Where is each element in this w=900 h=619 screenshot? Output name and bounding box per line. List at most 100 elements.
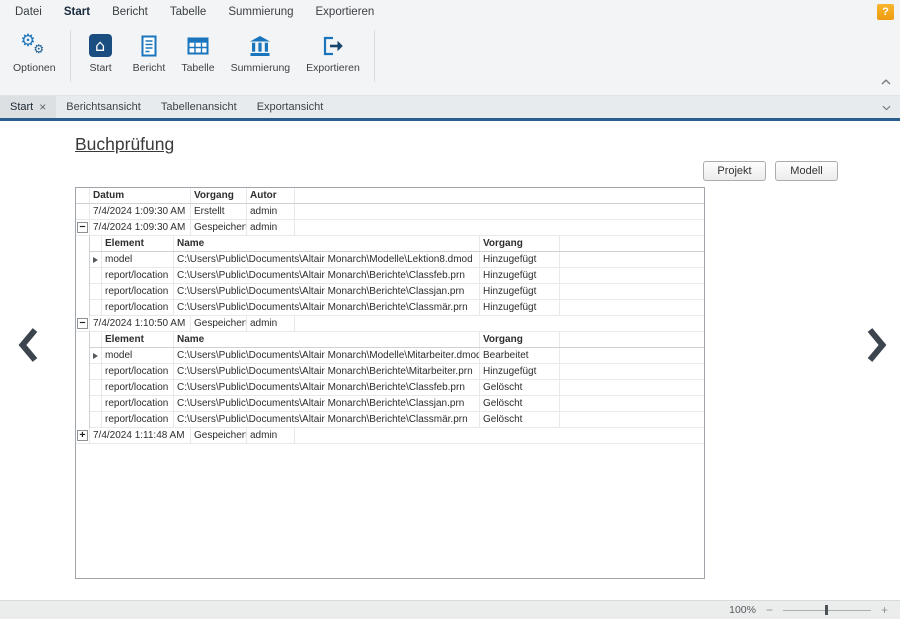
tab-tabellenansicht[interactable]: Tabellenansicht [151,96,247,118]
document-icon [135,32,163,59]
home-icon: ⌂ [87,32,115,59]
column-header-filler [295,188,704,203]
menu-item-tabelle[interactable]: Tabelle [159,0,217,24]
audit-detail-row[interactable]: report/locationC:\Users\Public\Documents… [90,284,704,300]
cell-detail-vorgang: Bearbeitet [480,348,560,363]
ribbon-button-label: Summierung [231,62,291,74]
cell-autor: admin [247,220,295,235]
cell-detail-vorgang: Hinzugefügt [480,252,560,267]
page-title: Buchprüfung [75,134,174,155]
cell-filler [560,380,704,395]
cell-vorgang: Gespeichert [191,428,247,443]
menu-item-summierung[interactable]: Summierung [217,0,304,24]
menu-item-start[interactable]: Start [53,0,101,24]
expander-cell: − [76,220,90,235]
row-marker-cell [90,364,102,379]
collapse-button[interactable]: − [77,318,88,329]
cell-autor: admin [247,204,295,219]
content-area: Buchprüfung Projekt Modell DatumVorgangAu… [0,121,900,600]
chevron-up-icon [881,72,891,89]
cell-detail-vorgang: Gelöscht [480,396,560,411]
ribbon-button-tabelle[interactable]: Tabelle [173,27,222,90]
expand-button[interactable]: + [77,430,88,441]
expander-column-header [76,188,90,203]
row-marker-cell [90,348,102,363]
next-page-button[interactable] [867,327,887,368]
audit-entry-row[interactable]: −7/4/2024 1:10:50 AMGespeichertadmin [76,316,704,332]
audit-detail-row[interactable]: report/locationC:\Users\Public\Documents… [90,380,704,396]
table-icon [184,32,212,59]
audit-detail-row[interactable]: report/locationC:\Users\Public\Documents… [90,396,704,412]
ribbon-button-start[interactable]: ⌂ Start [77,27,125,90]
ribbon-toolbar: ⚙⚙Optionen ⌂ Start BerichtTabelle Summierung… [0,24,900,96]
audit-sub-table: ElementNameVorgangmodelC:\Users\Public\D… [89,236,704,316]
cell-name: C:\Users\Public\Documents\Altair Monarch… [174,396,480,411]
audit-entry-row[interactable]: −7/4/2024 1:09:30 AMGespeichertadmin [76,220,704,236]
close-icon[interactable]: × [39,101,46,113]
cell-element: report/location [102,396,174,411]
row-marker-cell [90,396,102,411]
cell-name: C:\Users\Public\Documents\Altair Monarch… [174,348,480,363]
tab-label: Exportansicht [257,101,324,113]
zoom-out-button[interactable]: − [766,604,773,616]
ribbon-button-label: Start [90,62,112,74]
cell-vorgang: Gespeichert [191,316,247,331]
tab-berichtsansicht[interactable]: Berichtsansicht [56,96,151,118]
row-marker-cell [90,380,102,395]
ribbon-button-optionen[interactable]: ⚙⚙Optionen [5,27,64,90]
audit-table: DatumVorgangAutor7/4/2024 1:09:30 AMErst… [75,187,705,579]
menu-items: DateiStartBerichtTabelleSummierungExport… [4,0,385,24]
application-window: DateiStartBerichtTabelleSummierungExport… [0,0,900,619]
menu-item-datei[interactable]: Datei [4,0,53,24]
column-header-filler [560,332,704,347]
tab-list-dropdown-button[interactable] [873,96,900,118]
cell-element: report/location [102,412,174,427]
menu-item-exportieren[interactable]: Exportieren [305,0,386,24]
ribbon-button-summierung[interactable]: Summierung [223,27,299,90]
zoom-slider-handle[interactable] [825,605,828,615]
audit-column-header-row: DatumVorgangAutor [76,188,704,204]
cell-detail-vorgang: Hinzugefügt [480,268,560,283]
cell-filler [560,284,704,299]
cell-element: model [102,348,174,363]
audit-detail-row[interactable]: modelC:\Users\Public\Documents\Altair Mo… [90,252,704,268]
modell-button[interactable]: Modell [775,161,838,181]
expander-cell [76,204,90,219]
ribbon-collapse-button[interactable] [879,70,893,92]
cell-autor: admin [247,428,295,443]
cell-name: C:\Users\Public\Documents\Altair Monarch… [174,380,480,395]
previous-page-button[interactable] [18,327,38,368]
ribbon-button-bericht[interactable]: Bericht [125,27,174,90]
audit-sub-table: ElementNameVorgangmodelC:\Users\Public\D… [89,332,704,428]
projekt-button[interactable]: Projekt [703,161,766,181]
cell-detail-vorgang: Hinzugefügt [480,284,560,299]
ribbon-group-separator [70,30,71,82]
cell-name: C:\Users\Public\Documents\Altair Monarch… [174,252,480,267]
cell-element: report/location [102,284,174,299]
cell-filler [560,252,704,267]
audit-detail-row[interactable]: report/locationC:\Users\Public\Documents… [90,268,704,284]
cell-detail-vorgang: Hinzugefügt [480,364,560,379]
column-header-filler [560,236,704,251]
help-button[interactable]: ? [877,4,894,20]
audit-detail-row[interactable]: report/locationC:\Users\Public\Documents… [90,412,704,428]
audit-entry-row[interactable]: 7/4/2024 1:09:30 AMErstelltadmin [76,204,704,220]
tab-exportansicht[interactable]: Exportansicht [247,96,334,118]
row-marker-cell [90,300,102,315]
ribbon-button-exportieren[interactable]: Exportieren [298,27,368,90]
collapse-button[interactable]: − [77,222,88,233]
audit-detail-row[interactable]: report/locationC:\Users\Public\Documents… [90,364,704,380]
view-tabs: Start × Berichtsansicht Tabellenansicht Expo… [0,96,333,118]
tab-label: Berichtsansicht [66,101,141,113]
tab-label: Start [10,101,33,113]
audit-detail-row[interactable]: modelC:\Users\Public\Documents\Altair Mo… [90,348,704,364]
tab-start[interactable]: Start × [0,96,56,118]
audit-entry-row[interactable]: +7/4/2024 1:11:48 AMGespeichertadmin [76,428,704,444]
zoom-in-button[interactable]: + [881,604,888,616]
zoom-slider[interactable] [783,604,871,616]
menu-item-bericht[interactable]: Bericht [101,0,159,24]
action-buttons: Projekt Modell [703,161,838,181]
column-header-name: Name [174,236,480,251]
cell-datum: 7/4/2024 1:09:30 AM [90,204,191,219]
audit-detail-row[interactable]: report/locationC:\Users\Public\Documents… [90,300,704,316]
